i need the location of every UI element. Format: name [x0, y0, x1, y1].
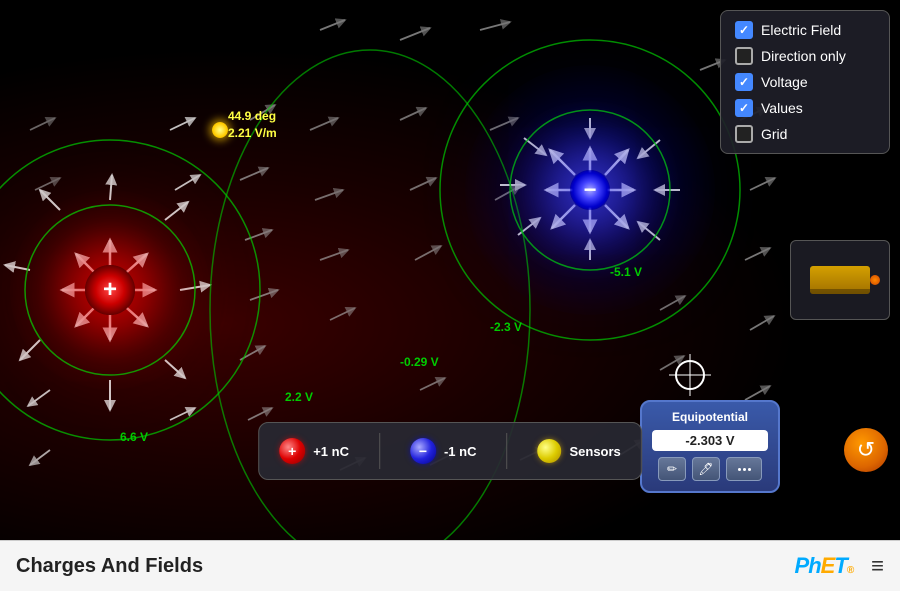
ruler-icon	[810, 266, 870, 294]
charge-toolbar: + +1 nC − -1 nC Sensors	[258, 422, 642, 480]
voltage-label-2: 2.2 V	[285, 390, 313, 404]
values-control[interactable]: Values	[735, 99, 875, 117]
voltage-label-5: -5.1 V	[610, 265, 642, 279]
electric-field-checkbox[interactable]	[735, 21, 753, 39]
simulation-canvas: 44.9 deg 2.21 V/m 6.6 V 2.2 V -0.29 V -2…	[0, 0, 900, 540]
voltage-control[interactable]: Voltage	[735, 73, 875, 91]
direction-only-control[interactable]: Direction only	[735, 47, 875, 65]
voltage-label-1: 6.6 V	[120, 430, 148, 444]
voltage-label-4: -2.3 V	[490, 320, 522, 334]
sensors-item[interactable]: Sensors	[537, 439, 620, 463]
grid-control[interactable]: Grid	[735, 125, 875, 143]
toolbar-divider-2	[506, 433, 507, 469]
grid-label: Grid	[761, 126, 787, 142]
equi-eraser-button[interactable]: 🖊	[692, 457, 720, 481]
sensor-angle: 44.9 deg	[228, 108, 277, 125]
equipotential-buttons: ✏ 🖊	[652, 457, 768, 481]
sensors-label: Sensors	[569, 444, 620, 459]
negative-charge[interactable]	[570, 170, 610, 210]
voltage-label-3: -0.29 V	[400, 355, 439, 369]
values-checkbox[interactable]	[735, 99, 753, 117]
electric-field-label: Electric Field	[761, 22, 841, 38]
positive-charge[interactable]	[85, 265, 135, 315]
electric-field-control[interactable]: Electric Field	[735, 21, 875, 39]
toolbar-divider-1	[379, 433, 380, 469]
equipotential-panel: Equipotential -2.303 V ✏ 🖊	[640, 400, 780, 493]
sensor-ball[interactable]	[537, 439, 561, 463]
crosshair-cursor	[675, 360, 705, 390]
app-title: Charges And Fields	[16, 555, 203, 578]
positive-charge-label: +1 nC	[313, 444, 349, 459]
hamburger-menu-icon[interactable]: ≡	[871, 553, 884, 579]
refresh-button[interactable]: ↺	[844, 428, 888, 472]
sensor-field: 2.21 V/m	[228, 125, 277, 142]
controls-panel: Electric Field Direction only Voltage Va…	[720, 10, 890, 154]
bottom-bar: Charges And Fields PhET® ≡	[0, 540, 900, 591]
negative-charge-ball[interactable]: −	[410, 438, 436, 464]
sensor-dot[interactable]	[212, 122, 228, 138]
phet-text: PhET®	[795, 553, 854, 579]
negative-charge-label: -1 nC	[444, 444, 477, 459]
equipotential-value: -2.303 V	[652, 430, 768, 451]
voltage-label: Voltage	[761, 74, 808, 90]
phet-logo: PhET® ≡	[795, 553, 884, 579]
values-label: Values	[761, 100, 803, 116]
negative-charge-item[interactable]: − -1 nC	[410, 438, 477, 464]
equipotential-title: Equipotential	[652, 410, 768, 424]
ruler-panel[interactable]	[790, 240, 890, 320]
grid-checkbox[interactable]	[735, 125, 753, 143]
positive-charge-ball[interactable]: +	[279, 438, 305, 464]
sensor-info: 44.9 deg 2.21 V/m	[228, 108, 277, 142]
direction-only-label: Direction only	[761, 48, 846, 64]
equi-pencil-button[interactable]: ✏	[658, 457, 686, 481]
direction-only-checkbox[interactable]	[735, 47, 753, 65]
voltage-checkbox[interactable]	[735, 73, 753, 91]
positive-charge-item[interactable]: + +1 nC	[279, 438, 349, 464]
equi-menu-button[interactable]	[726, 457, 762, 481]
